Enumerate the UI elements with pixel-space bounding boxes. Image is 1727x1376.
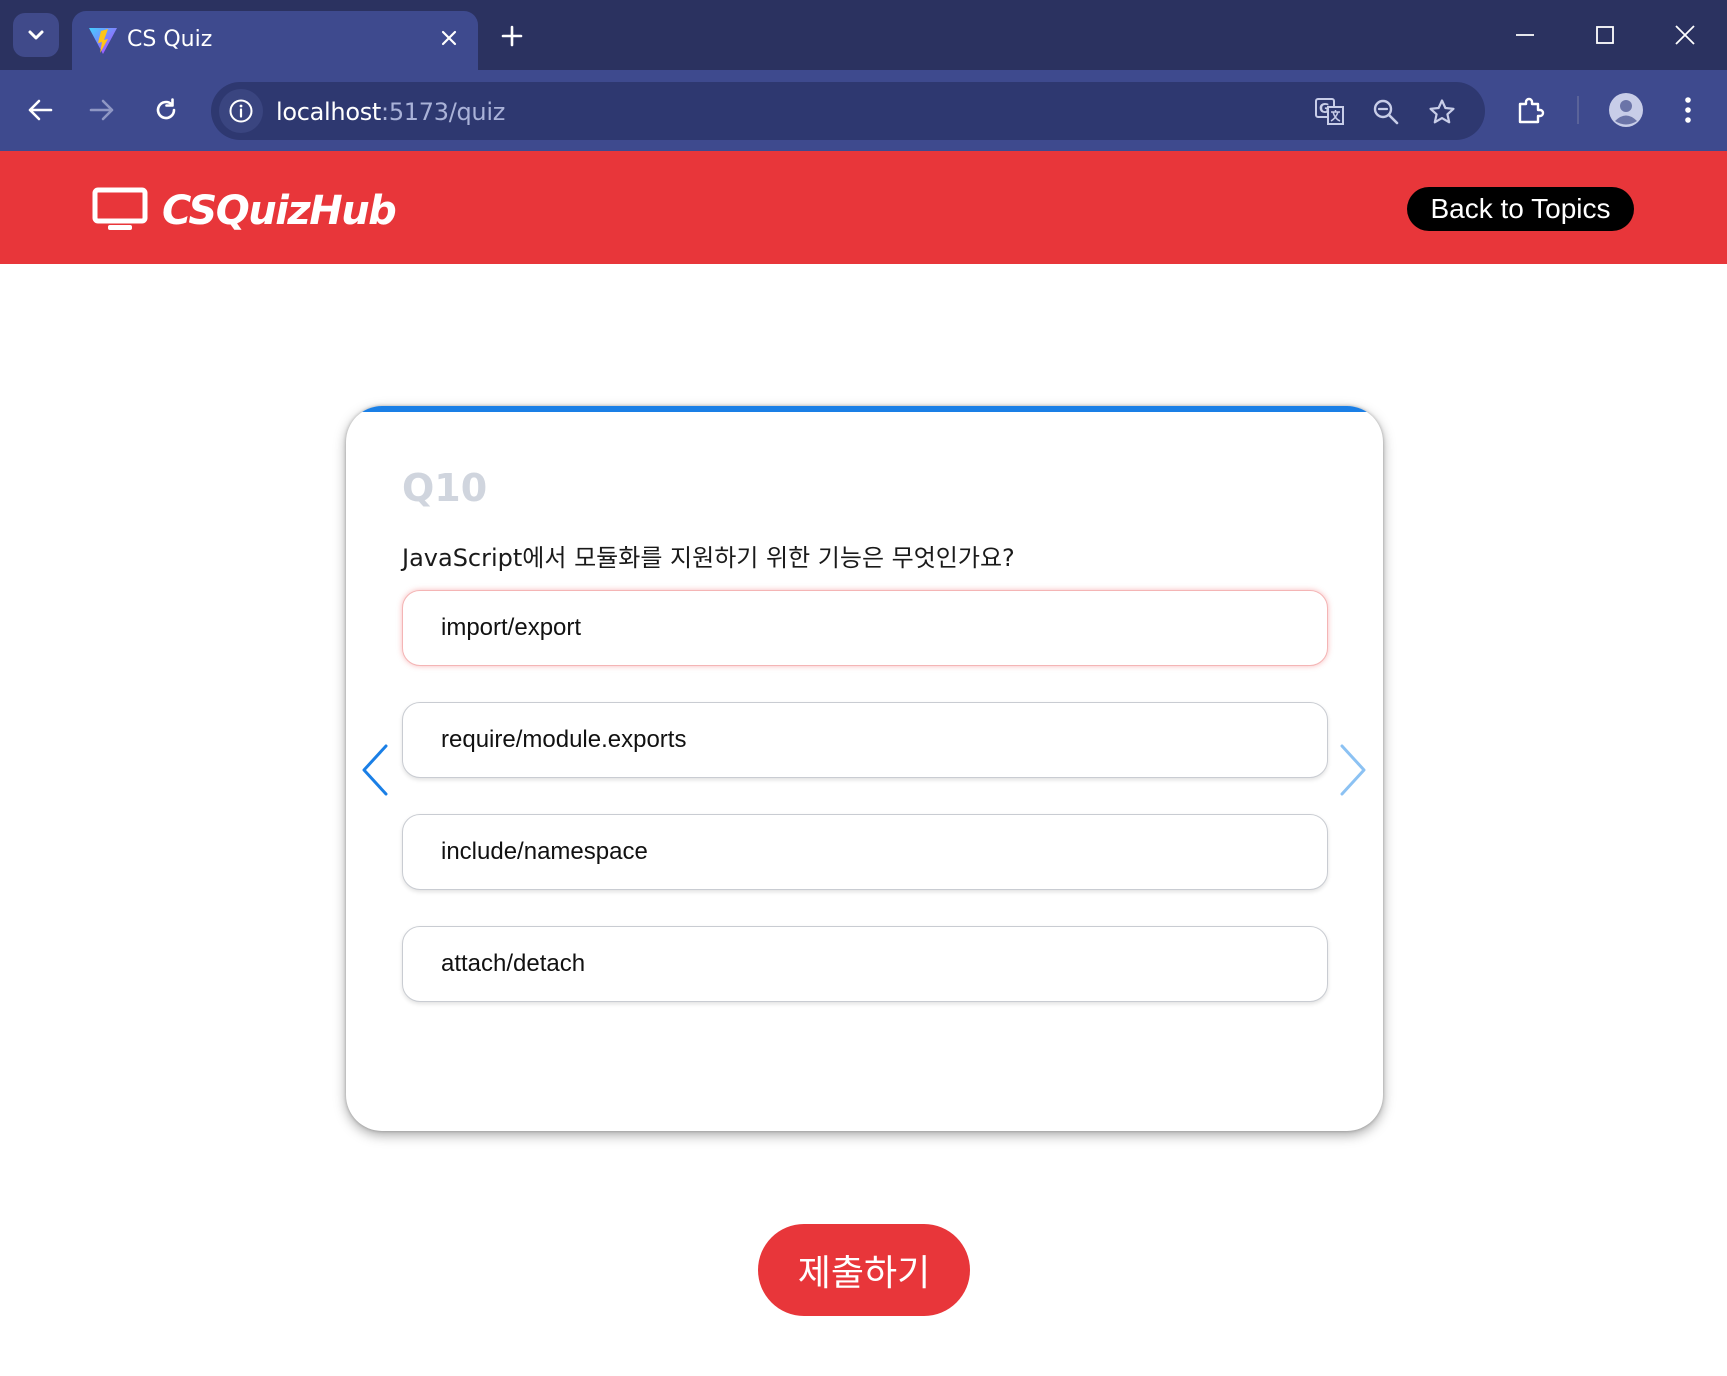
- question-number: Q10: [402, 466, 488, 510]
- translate-button[interactable]: G: [1313, 95, 1347, 129]
- answer-option-label: include/namespace: [441, 838, 648, 865]
- minimize-icon: [1516, 34, 1534, 36]
- avatar-icon: [1609, 93, 1643, 127]
- close-icon: [1675, 25, 1695, 45]
- new-tab-button[interactable]: [496, 20, 528, 52]
- submit-button[interactable]: 제출하기: [758, 1224, 970, 1316]
- chevron-down-icon: [28, 30, 44, 40]
- zoom-out-icon: [1373, 99, 1399, 125]
- star-icon: [1429, 99, 1455, 124]
- puzzle-icon: [1518, 97, 1545, 124]
- answer-option[interactable]: import/export: [402, 590, 1328, 666]
- back-nav-button[interactable]: [20, 90, 60, 130]
- plus-icon: [501, 25, 523, 47]
- arrow-left-icon: [28, 99, 53, 121]
- app-header: CSQuizHub Back to Topics: [0, 151, 1727, 264]
- url-text[interactable]: localhost:5173/quiz: [276, 98, 505, 126]
- bookmark-button[interactable]: [1425, 95, 1459, 129]
- browser-menu-button[interactable]: [1668, 90, 1708, 130]
- tab-close-button[interactable]: [436, 25, 462, 51]
- next-question-arrow[interactable]: [1336, 742, 1370, 798]
- tab-title: CS Quiz: [127, 27, 213, 52]
- zoom-button[interactable]: [1369, 95, 1403, 129]
- answer-option[interactable]: require/module.exports: [402, 702, 1328, 778]
- answer-option-label: require/module.exports: [441, 726, 687, 753]
- url-path: :5173/quiz: [381, 98, 505, 126]
- answer-option-label: import/export: [441, 614, 582, 641]
- reload-icon: [156, 98, 176, 120]
- extensions-button[interactable]: [1511, 90, 1551, 130]
- window-close-button[interactable]: [1665, 18, 1705, 52]
- card-accent-bar: [346, 406, 1383, 412]
- maximize-button[interactable]: [1585, 18, 1625, 52]
- previous-question-arrow[interactable]: [358, 742, 392, 798]
- site-info-button[interactable]: [219, 89, 263, 133]
- back-to-topics-button[interactable]: Back to Topics: [1407, 187, 1634, 231]
- more-vertical-icon: [1685, 97, 1691, 123]
- profile-button[interactable]: [1606, 90, 1646, 130]
- address-bar[interactable]: localhost:5173/quiz G: [211, 82, 1485, 140]
- logo-text: CSQuizHub: [162, 188, 397, 234]
- close-icon: [441, 30, 457, 46]
- arrow-right-icon: [89, 99, 114, 121]
- monitor-icon: [92, 187, 148, 230]
- forward-nav-button[interactable]: [82, 90, 122, 130]
- quiz-card: Q10 JavaScript에서 모듈화를 지원하기 위한 기능은 무엇인가요?…: [346, 406, 1383, 1131]
- reload-button[interactable]: [146, 90, 186, 130]
- question-text: JavaScript에서 모듈화를 지원하기 위한 기능은 무엇인가요?: [402, 544, 1015, 572]
- browser-titlebar: CS Quiz: [0, 0, 1727, 70]
- vite-favicon-icon: [89, 28, 117, 54]
- browser-tab[interactable]: CS Quiz: [72, 11, 478, 70]
- minimize-button[interactable]: [1505, 18, 1545, 52]
- logo[interactable]: CSQuizHub: [92, 187, 397, 235]
- maximize-icon: [1596, 26, 1614, 44]
- tab-search-button[interactable]: [13, 13, 59, 57]
- url-host: localhost: [276, 98, 382, 126]
- browser-toolbar: localhost:5173/quiz G: [0, 70, 1727, 151]
- answer-option[interactable]: attach/detach: [402, 926, 1328, 1002]
- answer-option-label: attach/detach: [441, 950, 586, 977]
- toolbar-divider: [1577, 96, 1579, 124]
- info-icon: [229, 99, 253, 123]
- answer-option[interactable]: include/namespace: [402, 814, 1328, 890]
- translate-icon: G: [1315, 98, 1344, 125]
